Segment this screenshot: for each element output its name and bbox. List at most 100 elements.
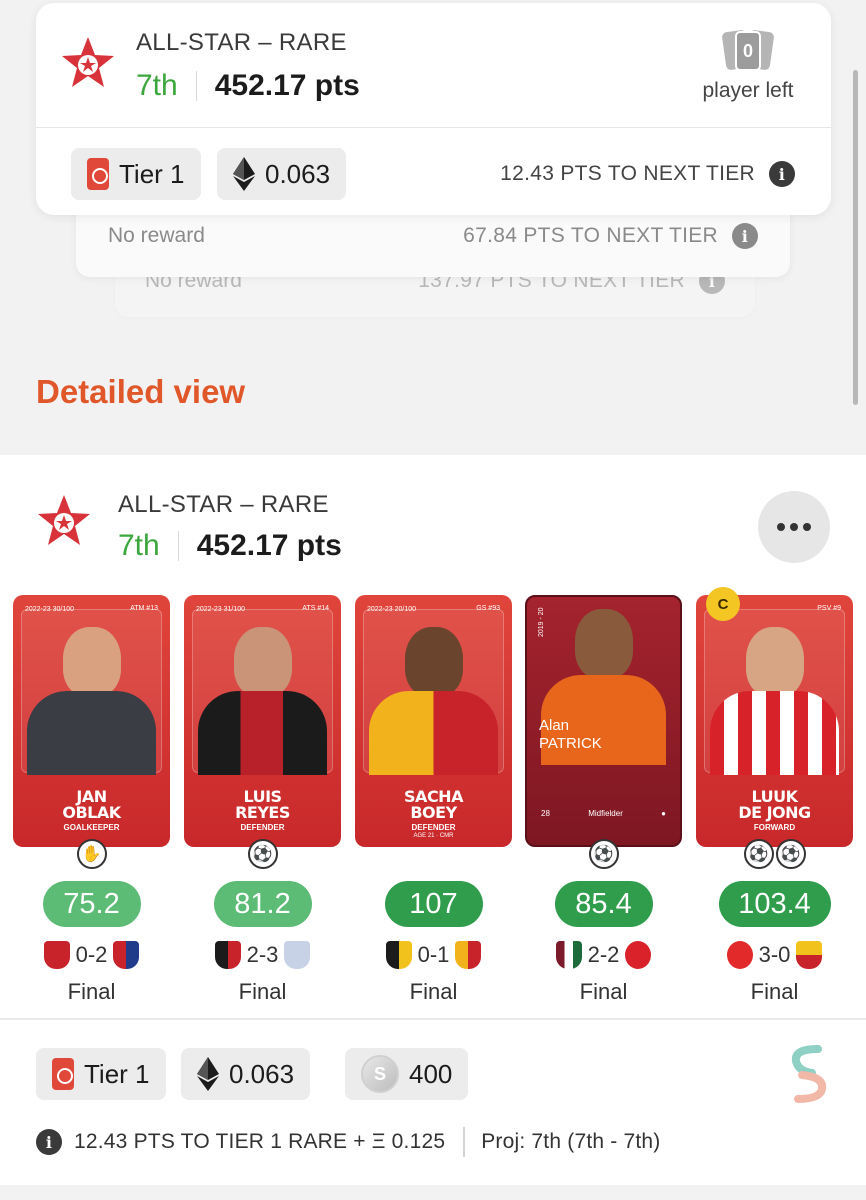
player-name: LUIS REYES	[184, 789, 341, 821]
all-star-logo-icon	[38, 495, 90, 545]
player-name: Alan PATRICK	[539, 717, 602, 753]
match-score: 3-0	[758, 942, 791, 967]
player-position: Midfielder	[588, 809, 623, 818]
rank: 7th	[136, 69, 178, 102]
player-position: DEFENDER	[411, 823, 456, 832]
player-card[interactable]: 2022-23 31/100 ATS #14 LUIS REYES DEFEND…	[184, 595, 341, 847]
player-shirt	[27, 691, 156, 775]
player-last-name: REYES	[235, 803, 290, 822]
scrollbar[interactable]	[853, 70, 858, 405]
dot	[777, 523, 785, 531]
sorare-logo-icon	[791, 1045, 827, 1103]
player-score: 85.4	[554, 881, 653, 927]
player-position: DEFENDER	[240, 823, 285, 832]
action-icons: ⚽	[243, 839, 283, 871]
player-photo	[404, 627, 463, 697]
player-score: 75.2	[42, 881, 141, 927]
eth-pill: 0.063	[181, 1048, 311, 1100]
player-first-name: Alan	[539, 717, 570, 734]
player-card[interactable]: PSV #9 LUUK DE JONG FORWARD	[696, 595, 853, 847]
player-score: 103.4	[718, 881, 831, 927]
fluminense-crest-icon	[555, 941, 582, 969]
next-tier-text: 12.43 PTS TO NEXT TIER	[500, 162, 755, 185]
player-slot[interactable]: 2022-23 31/100 ATS #14 LUIS REYES DEFEND…	[184, 595, 341, 1005]
tier-badge-icon	[87, 158, 109, 190]
match-result: 2-2	[525, 941, 682, 969]
ball-icon: ⚽	[743, 839, 774, 869]
cards-icon: 0	[718, 29, 778, 73]
player-slot[interactable]: 2022-23 30/100 ATM #13 JAN OBLAK GOALKEE…	[13, 595, 170, 1005]
tier-pill: Tier 1	[36, 1048, 166, 1100]
player-shirt	[710, 691, 839, 775]
info-icon[interactable]: i	[36, 1129, 62, 1155]
player-card[interactable]: 2022-23 20/100 GS #93 SACHA BOEY DEFENDE…	[355, 595, 512, 847]
footer-next-tier: 12.43 PTS TO TIER 1 RARE + Ξ 0.125	[74, 1130, 446, 1153]
ethereum-icon	[197, 1057, 219, 1091]
player-photo	[745, 627, 804, 697]
player-age: 28	[541, 809, 550, 818]
tier-label: Tier 1	[84, 1058, 150, 1089]
dot	[790, 523, 798, 531]
card-season: 2019 - 20	[538, 607, 545, 637]
player-last-name: PATRICK	[539, 735, 602, 752]
country-flag-icon: ●	[661, 809, 666, 818]
eth-value: 0.063	[229, 1058, 295, 1089]
info-icon[interactable]: i	[732, 223, 758, 249]
info-icon[interactable]: i	[769, 161, 795, 187]
match-score: 2-2	[587, 942, 620, 967]
player-card[interactable]: 2019 - 20 Alan PATRICK 28 Midfielder ●	[525, 595, 682, 847]
ball-icon: ⚽	[775, 839, 806, 869]
match-status: Final	[67, 979, 116, 1004]
eth-pill: 0.063	[217, 148, 347, 200]
tier-badge-icon	[52, 1058, 74, 1090]
action-icons: ⚽	[584, 839, 624, 871]
player-name: JAN OBLAK	[13, 789, 170, 821]
player-card[interactable]: 2022-23 30/100 ATM #13 JAN OBLAK GOALKEE…	[13, 595, 170, 847]
match-result: 0-2	[13, 941, 170, 969]
lineup-section: ALL-STAR – RARE 7th 452.17 pts 2022-23 3…	[0, 455, 866, 1185]
tier-row: No reward 67.84 PTS TO NEXT TIER i	[108, 223, 758, 249]
detailed-view-heading: Detailed view	[36, 373, 246, 410]
bottom-strip	[0, 1185, 866, 1200]
match-status: Final	[409, 979, 458, 1004]
player-score: 81.2	[213, 881, 312, 927]
player-name: SACHA BOEY	[355, 789, 512, 821]
coin-icon: S	[361, 1055, 399, 1093]
tier-label: Tier 1	[119, 158, 185, 189]
tier-next: 67.84 PTS TO NEXT TIER i	[463, 223, 758, 249]
player-last-name: OBLAK	[62, 803, 121, 822]
match-score: 0-1	[417, 942, 450, 967]
galatasaray-crest-icon	[455, 941, 482, 969]
atletico-crest-icon	[113, 941, 140, 969]
internacional-crest-icon	[625, 941, 652, 969]
captain-badge: C	[706, 587, 740, 621]
player-last-name: BOEY	[410, 803, 457, 822]
player-slot[interactable]: 2019 - 20 Alan PATRICK 28 Midfielder ● ⚽…	[525, 595, 682, 1005]
match-result: 3-0	[696, 941, 853, 969]
istanbulspor-crest-icon	[385, 941, 412, 969]
puebla-crest-icon	[284, 941, 311, 969]
more-options-button[interactable]	[758, 491, 830, 563]
match-status: Final	[238, 979, 287, 1004]
all-star-logo-icon	[62, 37, 114, 87]
atlas-crest-icon	[214, 941, 241, 969]
player-shirt	[369, 691, 498, 775]
players-left-label: player left	[702, 79, 794, 102]
player-score: 107	[384, 881, 483, 927]
summary-card[interactable]: ALL-STAR – RARE 7th 452.17 pts 0 player …	[36, 3, 831, 215]
divider	[0, 1018, 866, 1020]
match-status: Final	[579, 979, 628, 1004]
players-left: 0 player left	[693, 29, 803, 103]
match-status: Final	[750, 979, 799, 1004]
divider	[195, 71, 197, 101]
tier-reward: No reward	[108, 224, 205, 247]
player-last-name: DE JONG	[738, 803, 811, 822]
player-slot[interactable]: 2022-23 20/100 GS #93 SACHA BOEY DEFENDE…	[355, 595, 512, 1005]
player-shirt	[198, 691, 327, 775]
player-slot[interactable]: C PSV #9 LUUK DE JONG FORWARD ⚽ ⚽ 103.4 …	[696, 587, 853, 1005]
competition-title: ALL-STAR – RARE	[136, 29, 347, 56]
points: 452.17 pts	[214, 69, 360, 102]
competition-title: ALL-STAR – RARE	[118, 491, 329, 518]
action-icons: ✋	[72, 839, 112, 871]
psv-crest-icon	[726, 941, 753, 969]
